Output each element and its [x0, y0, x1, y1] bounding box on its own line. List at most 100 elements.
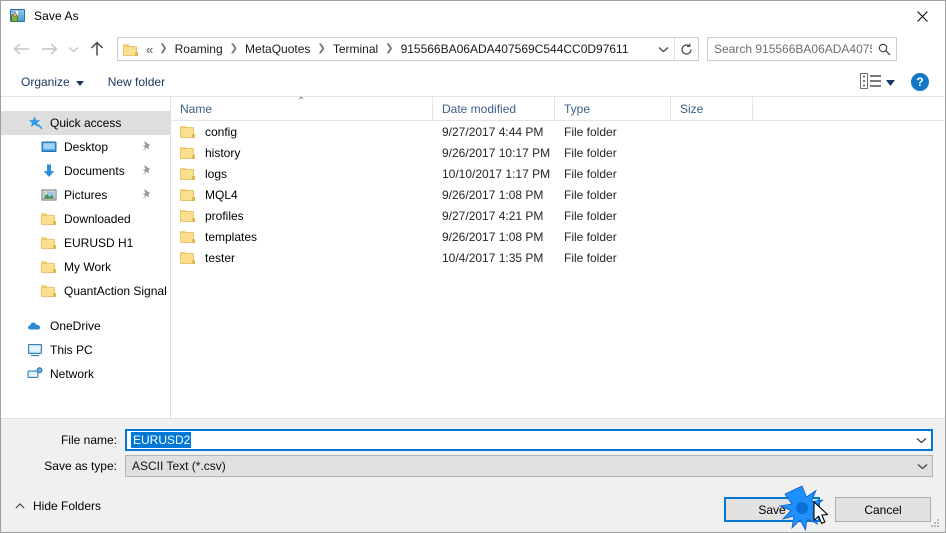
sidebar-item-label: My Work: [64, 260, 112, 274]
file-type-row: Save as type: ASCII Text (*.csv): [1, 455, 945, 477]
file-type-select[interactable]: ASCII Text (*.csv): [125, 455, 933, 477]
table-row[interactable]: history 9/26/2017 10:17 PM File folder: [171, 142, 945, 163]
pin-icon[interactable]: [141, 164, 153, 177]
navigation-sidebar[interactable]: Quick access Desktop Documents Pictures …: [1, 97, 171, 418]
sidebar-item-label: OneDrive: [50, 319, 101, 333]
cancel-button[interactable]: Cancel: [835, 497, 931, 522]
breadcrumb-item-metaquotes[interactable]: MetaQuotes: [243, 42, 312, 56]
breadcrumb-item-current[interactable]: 915566BA06ADA407569C544CC0D97611: [399, 42, 631, 56]
refresh-icon[interactable]: [674, 38, 698, 60]
breadcrumb-overflow[interactable]: «: [144, 42, 154, 57]
folder-icon: [180, 208, 196, 224]
sidebar-item-quantaction-signal[interactable]: QuantAction Signal: [1, 279, 170, 303]
column-header-size[interactable]: Size: [671, 96, 753, 121]
column-header-date-modified[interactable]: Date modified: [433, 96, 555, 121]
chevron-down-icon[interactable]: [652, 38, 674, 60]
save-button[interactable]: Save: [724, 497, 820, 522]
table-row[interactable]: tester 10/4/2017 1:35 PM File folder: [171, 247, 945, 268]
cancel-label: Cancel: [864, 502, 902, 517]
sidebar-item-documents[interactable]: Documents: [1, 159, 170, 183]
sidebar-item-desktop[interactable]: Desktop: [1, 135, 170, 159]
table-row[interactable]: templates 9/26/2017 1:08 PM File folder: [171, 226, 945, 247]
chevron-down-icon[interactable]: [886, 75, 895, 89]
column-header-name[interactable]: Name ⌃: [171, 95, 433, 121]
hide-folders-button[interactable]: Hide Folders: [15, 499, 101, 513]
file-rows: config 9/27/2017 4:44 PM File folder his…: [171, 121, 945, 268]
file-type: File folder: [564, 124, 617, 139]
download-icon: [41, 163, 57, 179]
chevron-down-icon[interactable]: [912, 463, 932, 470]
sidebar-divider: [1, 303, 170, 314]
breadcrumb-separator: ❯: [159, 43, 168, 54]
file-name: MQL4: [205, 187, 238, 202]
search-icon[interactable]: [872, 43, 896, 56]
navigation-bar: « ❯ Roaming ❯ MetaQuotes ❯ Terminal ❯ 91…: [1, 31, 945, 67]
file-date: 10/10/2017 1:17 PM: [442, 166, 551, 181]
sidebar-item-label: Downloaded: [64, 212, 131, 226]
file-name: profiles: [205, 208, 244, 223]
organize-button[interactable]: Organize: [13, 69, 92, 95]
chevron-down-icon[interactable]: [911, 437, 931, 444]
up-icon[interactable]: [83, 34, 111, 64]
sidebar-item-downloaded[interactable]: Downloaded: [1, 207, 170, 231]
file-name-cell: MQL4: [171, 187, 433, 203]
file-type: File folder: [564, 229, 617, 244]
sidebar-item-pictures[interactable]: Pictures: [1, 183, 170, 207]
column-header-label: Name: [180, 101, 213, 116]
file-name-input[interactable]: EURUSD2: [125, 429, 933, 451]
file-type: File folder: [564, 208, 617, 223]
help-icon[interactable]: ?: [911, 73, 929, 91]
file-date: 9/26/2017 10:17 PM: [442, 145, 551, 160]
forward-icon[interactable]: [35, 34, 63, 64]
recent-locations-icon[interactable]: [63, 34, 83, 64]
chevron-up-icon: [15, 501, 25, 512]
file-type-value: ASCII Text (*.csv): [132, 459, 226, 473]
table-row[interactable]: config 9/27/2017 4:44 PM File folder: [171, 121, 945, 142]
file-date: 9/26/2017 1:08 PM: [442, 229, 544, 244]
save-form: File name: EURUSD2 Save as type: ASCII T…: [1, 418, 945, 488]
sidebar-item-label: QuantAction Signal: [64, 284, 167, 298]
pin-icon[interactable]: [141, 140, 153, 153]
column-header-type[interactable]: Type: [555, 96, 671, 121]
file-name-label: File name:: [60, 433, 117, 447]
folder-icon: [180, 187, 196, 203]
file-date: 9/27/2017 4:21 PM: [442, 208, 544, 223]
folder-icon: [180, 145, 196, 161]
sidebar-item-label: EURUSD H1: [64, 236, 134, 250]
sidebar-item-quick-access[interactable]: Quick access: [1, 111, 170, 135]
table-row[interactable]: logs 10/10/2017 1:17 PM File folder: [171, 163, 945, 184]
desktop-icon: [41, 139, 57, 155]
file-date: 10/4/2017 1:35 PM: [442, 250, 544, 265]
pin-icon[interactable]: [141, 188, 153, 201]
close-icon[interactable]: [899, 1, 945, 31]
breadcrumb-item-terminal[interactable]: Terminal: [331, 42, 380, 56]
sidebar-item-eurusd-h1[interactable]: EURUSD H1: [1, 231, 170, 255]
folder-icon: [180, 229, 196, 245]
search-input[interactable]: Search 915566BA06ADA40756...: [707, 37, 897, 61]
resize-grip[interactable]: [929, 517, 941, 529]
new-folder-button[interactable]: New folder: [100, 69, 173, 95]
sidebar-item-label: Quick access: [50, 116, 122, 130]
column-header-label: Date modified: [442, 101, 517, 116]
view-layout-icon[interactable]: [860, 73, 882, 91]
back-icon[interactable]: [7, 34, 35, 64]
sidebar-item-network[interactable]: Network: [1, 362, 170, 386]
search-placeholder: Search 915566BA06ADA40756...: [714, 42, 872, 56]
column-header-label: Type: [564, 101, 591, 116]
save-as-dialog: Save As « ❯ Roaming ❯ MetaQuotes ❯ Termi…: [0, 0, 946, 533]
table-row[interactable]: profiles 9/27/2017 4:21 PM File folder: [171, 205, 945, 226]
breadcrumb-separator: ❯: [317, 43, 326, 54]
table-row[interactable]: MQL4 9/26/2017 1:08 PM File folder: [171, 184, 945, 205]
column-headers: Name ⌃ Date modified Type Size: [171, 95, 945, 121]
folder-icon: [180, 166, 196, 182]
sort-ascending-icon: ⌃: [297, 95, 306, 107]
new-folder-label: New folder: [107, 74, 166, 89]
breadcrumb-item-roaming[interactable]: Roaming: [173, 42, 225, 56]
breadcrumb: « ❯ Roaming ❯ MetaQuotes ❯ Terminal ❯ 91…: [144, 42, 652, 57]
sidebar-item-my-work[interactable]: My Work: [1, 255, 170, 279]
sidebar-item-this-pc[interactable]: This PC: [1, 338, 170, 362]
sidebar-item-onedrive[interactable]: OneDrive: [1, 314, 170, 338]
file-date: 9/27/2017 4:44 PM: [442, 124, 544, 139]
window-title: Save As: [34, 9, 79, 23]
address-bar[interactable]: « ❯ Roaming ❯ MetaQuotes ❯ Terminal ❯ 91…: [117, 37, 699, 61]
